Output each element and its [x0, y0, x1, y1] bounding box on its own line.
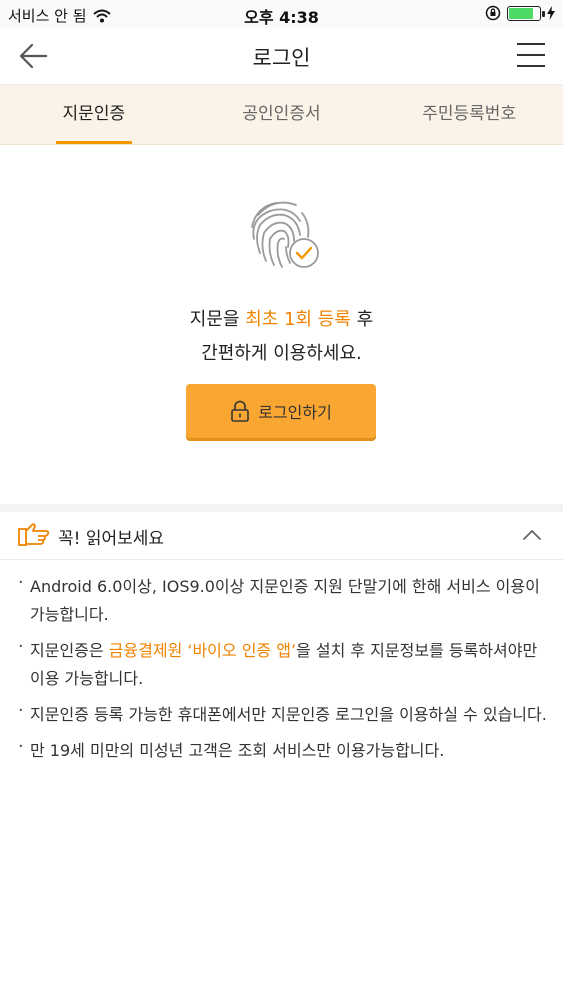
- charging-icon: [547, 6, 555, 20]
- app-header: 로그인: [0, 28, 563, 85]
- fingerprint-icon: [251, 201, 319, 268]
- login-button[interactable]: 로그인하기: [186, 384, 376, 438]
- section-divider: [0, 504, 563, 512]
- notice-toggle[interactable]: 꼭! 읽어보세요: [0, 512, 563, 560]
- notice-item: 만 19세 미만의 미성년 고객은 조회 서비스만 이용가능합니다.: [18, 733, 548, 765]
- chevron-up-icon: [523, 530, 541, 540]
- login-button-label: 로그인하기: [258, 403, 332, 422]
- status-bar: 서비스 안 됨 오후 4:38: [0, 0, 563, 28]
- notice-item: 지문인증은 금융결제원 ‘바이오 인증 앱’을 설치 후 지문정보를 등록하셔야…: [18, 633, 548, 693]
- notice-item: 지문인증 등록 가능한 휴대폰에서만 지문인증 로그인을 이용하실 수 있습니다…: [18, 697, 548, 729]
- instruction-line-2: 간편하게 이용하세요.: [201, 343, 362, 364]
- fingerprint-section: 지문을 최초 1회 등록 후 간편하게 이용하세요. 로그인하기: [0, 145, 563, 505]
- page-title: 로그인: [252, 46, 311, 70]
- tab-certificate[interactable]: 공인인증서: [188, 85, 376, 144]
- tab-fingerprint[interactable]: 지문인증: [0, 85, 188, 144]
- instruction-line-1: 지문을 최초 1회 등록 후: [189, 309, 374, 330]
- notice-title: 꼭! 읽어보세요: [58, 529, 165, 549]
- battery-icon: [507, 5, 545, 21]
- notice-list: Android 6.0이상, IOS9.0이상 지문인증 지원 단말기에 한해 …: [18, 569, 548, 773]
- orientation-lock-icon: [485, 5, 501, 21]
- lock-icon: [231, 400, 249, 422]
- hamburger-menu-icon: [517, 43, 545, 45]
- pointing-hand-icon: [18, 523, 50, 546]
- menu-button[interactable]: [515, 40, 547, 72]
- status-time: 오후 4:38: [244, 8, 319, 27]
- login-tabs: 지문인증 공인인증서 주민등록번호: [0, 85, 563, 145]
- tab-resident-number[interactable]: 주민등록번호: [375, 85, 563, 144]
- notice-highlight: 금융결제원 ‘바이오 인증 앱’: [108, 641, 297, 660]
- instruction-highlight: 최초 1회 등록: [245, 309, 351, 330]
- fingerprint-instructions: 지문을 최초 1회 등록 후 간편하게 이용하세요.: [0, 303, 563, 371]
- notice-item: Android 6.0이상, IOS9.0이상 지문인증 지원 단말기에 한해 …: [18, 569, 548, 629]
- battery-level: [509, 7, 533, 19]
- status-right: [485, 5, 555, 21]
